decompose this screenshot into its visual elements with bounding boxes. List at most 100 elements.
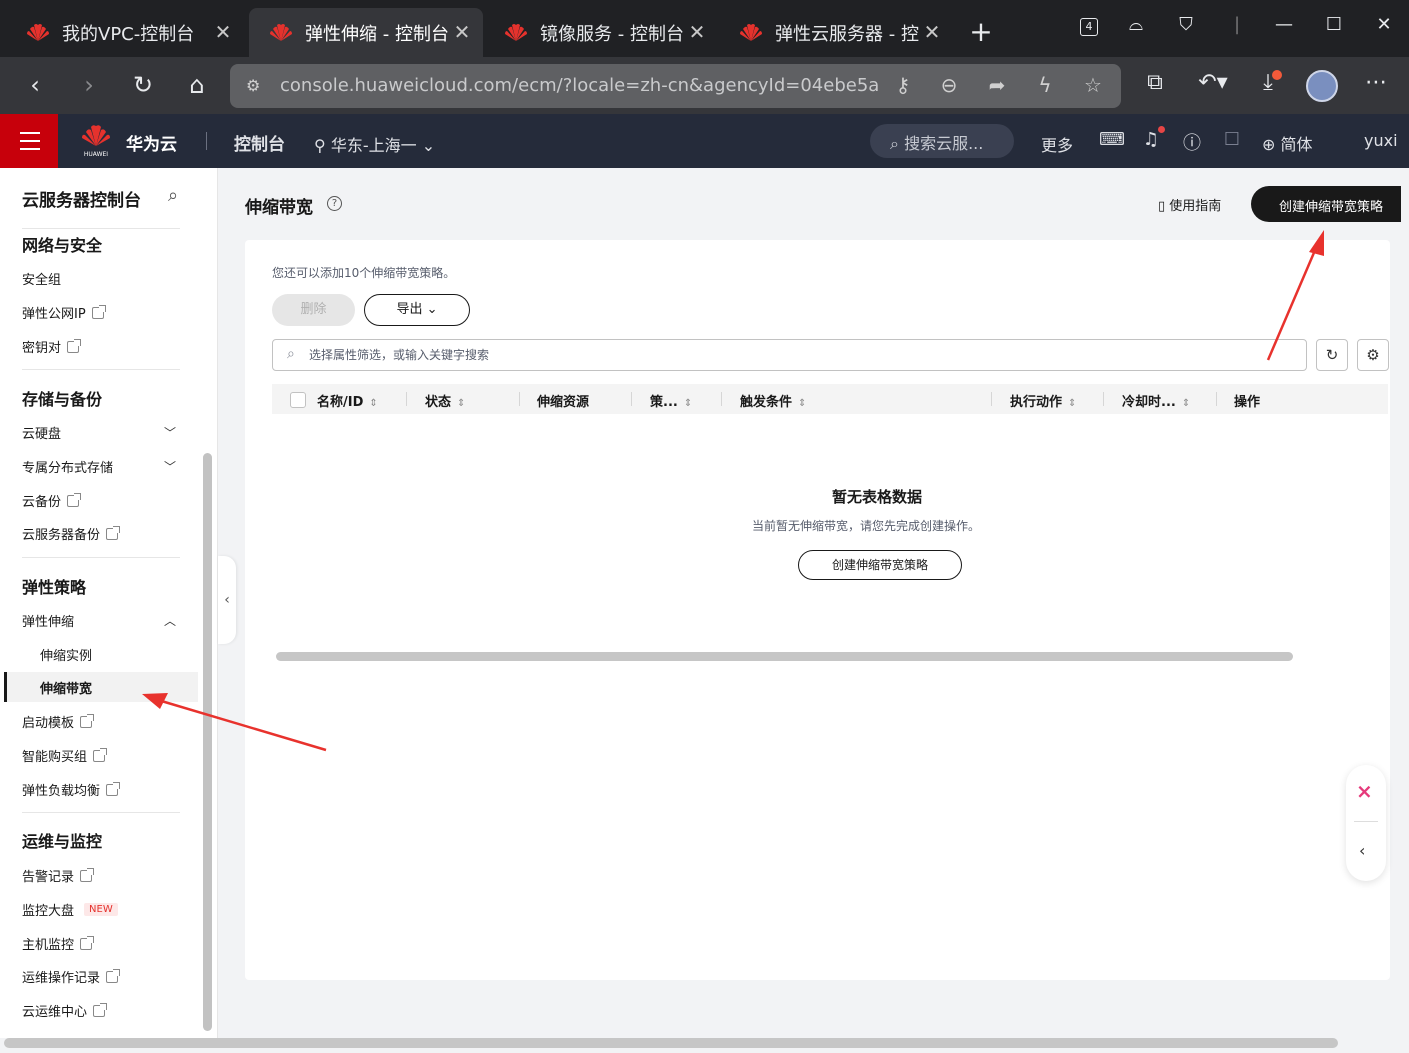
sidebar-item-cbr[interactable]: 云备份 [22, 491, 82, 510]
external-link-icon [106, 525, 121, 540]
new-badge: NEW [84, 903, 118, 916]
chevron-down-icon[interactable]: ﹀ [164, 424, 176, 441]
extensions-icon[interactable]: ⧉ [1138, 70, 1172, 95]
incognito-icon[interactable]: ⌓ [1121, 14, 1151, 35]
language-switch[interactable]: ⊕ 简体 [1262, 131, 1313, 155]
sidebar-divider [22, 369, 180, 370]
sort-icon[interactable]: ⇕ [369, 398, 377, 409]
back-icon[interactable]: ‹ [19, 70, 51, 102]
cloud-shell-icon[interactable]: ⌨ [1099, 129, 1125, 150]
sort-icon[interactable]: ⇕ [684, 398, 692, 409]
tab-close-icon[interactable]: ✕ [212, 20, 234, 44]
settings-gear-icon[interactable]: ⚙ [1357, 339, 1389, 371]
tab-close-icon[interactable]: ✕ [921, 20, 943, 44]
sidebar-item-ops-records[interactable]: 运维操作记录 [22, 967, 121, 986]
bookmark-star-icon[interactable]: ☆ [1080, 73, 1106, 97]
sidebar-scrollbar[interactable] [203, 453, 212, 1031]
sort-icon[interactable]: ⇕ [798, 398, 806, 409]
share-icon[interactable]: ➦ [984, 73, 1010, 97]
tab-close-icon[interactable]: ✕ [451, 20, 473, 44]
sort-icon[interactable]: ⇕ [457, 398, 465, 409]
chevron-left-icon[interactable]: ‹ [1359, 841, 1365, 860]
delete-button[interactable]: 删除 [272, 294, 355, 326]
page-horizontal-scrollbar[interactable] [4, 1038, 1338, 1048]
sidebar-item-keypair[interactable]: 密钥对 [22, 337, 82, 356]
column-trigger[interactable]: 触发条件 ⇕ [740, 391, 806, 410]
brand-name[interactable]: 华为云 [126, 130, 177, 155]
sort-icon[interactable]: ⇕ [1182, 398, 1190, 409]
zoom-out-icon[interactable]: ⊖ [936, 73, 962, 97]
column-action[interactable]: 执行动作 ⇕ [1010, 391, 1076, 410]
console-link[interactable]: 控制台 [234, 130, 285, 155]
empty-create-button[interactable]: 创建伸缩带宽策略 [798, 550, 962, 580]
sidebar-item-host-monitor[interactable]: 主机监控 [22, 934, 95, 953]
forward-icon[interactable]: › [73, 70, 105, 102]
sidebar-item-eip[interactable]: 弹性公网IP [22, 303, 106, 322]
undo-history-icon[interactable]: ↶▾ [1196, 70, 1230, 95]
profile-avatar[interactable] [1306, 70, 1338, 102]
menu-more-icon[interactable]: ⋯ [1359, 70, 1393, 95]
column-cooldown[interactable]: 冷却时... ⇕ [1122, 391, 1190, 410]
filter-search[interactable]: ⌕ [272, 339, 1307, 371]
column-status[interactable]: 状态 ⇕ [425, 391, 465, 410]
filter-input[interactable] [309, 345, 1209, 365]
help-icon[interactable]: ⓘ [1180, 129, 1204, 155]
new-tab-button[interactable]: + [966, 15, 996, 48]
tab-count-button[interactable]: 4 [1074, 14, 1104, 36]
home-icon[interactable]: ⌂ [181, 70, 213, 102]
column-name-id[interactable]: 名称/ID ⇕ [317, 391, 378, 410]
sidebar-item-alarm-records[interactable]: 告警记录 [22, 866, 95, 885]
sidebar-item-security-group[interactable]: 安全组 [22, 269, 61, 288]
reload-icon[interactable]: ↻ [127, 70, 159, 102]
site-info-icon[interactable]: ⚙ [246, 76, 260, 95]
sidebar-item-evs[interactable]: 云硬盘 [22, 423, 61, 442]
extensions-shirt-icon[interactable]: ⛉ [1171, 14, 1201, 35]
feedback-icon[interactable]: ☐ [1220, 129, 1244, 150]
chevron-down-icon[interactable]: ﹀ [164, 458, 176, 475]
export-button[interactable]: 导出 ⌄ [364, 294, 470, 326]
assistant-logo-icon[interactable]: ⨯ [1356, 779, 1373, 803]
sidebar-item-scaling-bandwidth[interactable]: 伸缩带宽 [40, 678, 92, 697]
browser-toolbar: ‹ › ↻ ⌂ ⚙ console.huaweicloud.com/ecm/?l… [0, 57, 1409, 114]
service-menu-icon[interactable] [0, 114, 58, 168]
sidebar-item-ops-center[interactable]: 云运维中心 [22, 1001, 108, 1020]
sort-icon[interactable]: ⇕ [1068, 398, 1076, 409]
header-search[interactable]: ⌕ 搜索云服... [870, 124, 1014, 158]
lightning-icon[interactable]: ϟ [1032, 73, 1058, 97]
huawei-favicon-icon [270, 23, 292, 41]
collapse-sidebar-icon[interactable]: ‹ [218, 556, 236, 644]
sidebar-item-smart-purchase[interactable]: 智能购买组 [22, 746, 108, 765]
region-selector[interactable]: ⚲ 华东-上海一 ⌄ [314, 132, 435, 156]
sidebar-item-launch-template[interactable]: 启动模板 [22, 712, 95, 731]
chevron-up-icon[interactable]: ︿ [164, 612, 176, 629]
column-policy[interactable]: 策... ⇕ [650, 391, 692, 410]
minimize-icon[interactable]: — [1269, 14, 1299, 35]
sidebar-item-autoscaling[interactable]: 弹性伸缩 [22, 611, 74, 630]
maximize-icon[interactable]: ☐ [1319, 14, 1349, 35]
sidebar-item-server-backup[interactable]: 云服务器备份 [22, 524, 121, 543]
usage-guide-link[interactable]: ▯ 使用指南 [1158, 195, 1221, 214]
sidebar-title: 云服务器控制台 [22, 191, 141, 211]
browser-tab-ims[interactable]: 镜像服务 - 控制台 ✕ [484, 8, 718, 57]
user-menu[interactable]: yuxi [1364, 131, 1398, 150]
table-horizontal-scrollbar[interactable] [276, 652, 1293, 661]
sidebar-item-dss[interactable]: 专属分布式存储 [22, 457, 113, 476]
create-bandwidth-policy-button[interactable]: 创建伸缩带宽策略 [1251, 186, 1401, 222]
sidebar-item-scaling-instances[interactable]: 伸缩实例 [40, 645, 92, 664]
close-window-icon[interactable]: ✕ [1369, 14, 1399, 35]
browser-tab-autoscaling[interactable]: 弹性伸缩 - 控制台 ✕ [249, 8, 483, 57]
address-bar[interactable]: ⚙ console.huaweicloud.com/ecm/?locale=zh… [230, 64, 1121, 108]
select-all-checkbox[interactable] [290, 392, 306, 408]
sidebar-item-elb[interactable]: 弹性负载均衡 [22, 780, 121, 799]
browser-tab-ecs[interactable]: 弹性云服务器 - 控 ✕ [719, 8, 953, 57]
password-key-icon[interactable]: ⚷ [890, 73, 916, 97]
download-badge-dot [1272, 70, 1282, 80]
browser-tab-vpc[interactable]: 我的VPC-控制台 ✕ [6, 8, 244, 57]
tab-close-icon[interactable]: ✕ [686, 20, 708, 44]
column-scaling-resource[interactable]: 伸缩资源 [537, 391, 589, 410]
more-menu[interactable]: 更多 [1041, 132, 1073, 156]
sidebar-search-icon[interactable]: ⌕ [168, 185, 178, 206]
refresh-icon[interactable]: ↻ [1316, 339, 1348, 371]
question-help-icon[interactable]: ? [327, 196, 342, 211]
sidebar-item-monitor-dashboard[interactable]: 监控大盘 NEW [22, 900, 118, 919]
